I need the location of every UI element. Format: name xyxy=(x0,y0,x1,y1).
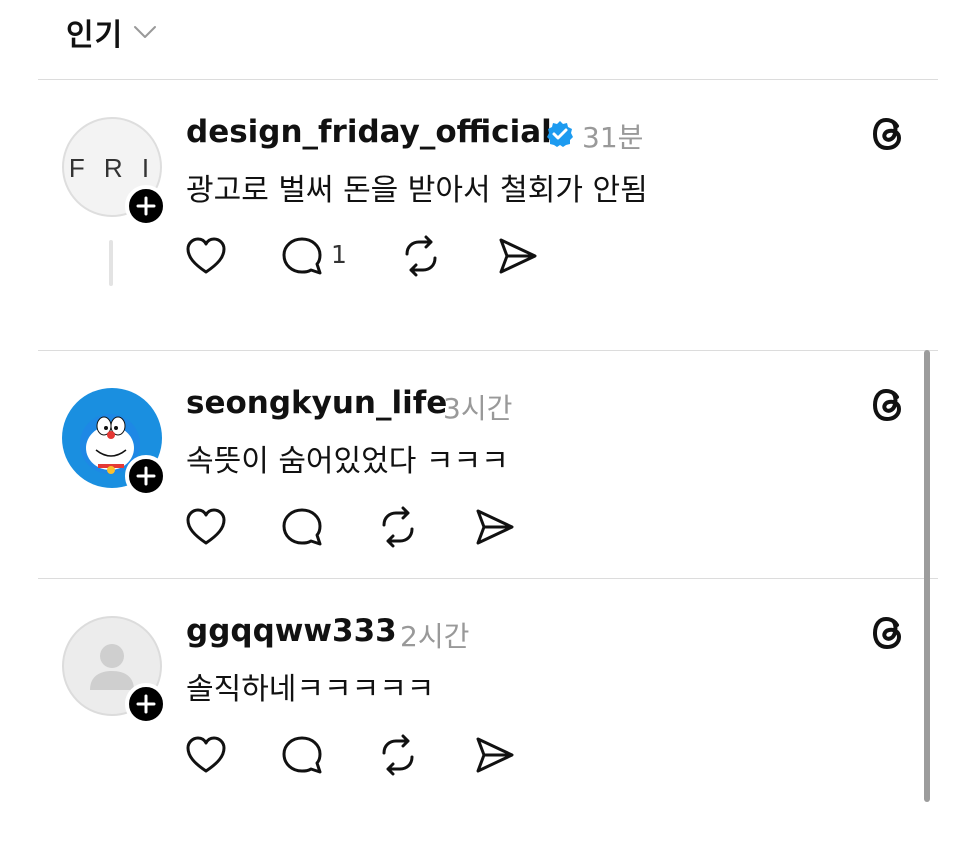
reply-bubble-icon[interactable] xyxy=(280,733,324,777)
sort-dropdown[interactable]: 인기 xyxy=(66,10,157,54)
divider xyxy=(38,350,938,351)
reply-bubble-icon[interactable] xyxy=(280,505,324,549)
avatar-logo-text: F R I xyxy=(69,153,155,183)
follow-plus-icon[interactable] xyxy=(125,683,167,725)
threads-logo-icon[interactable] xyxy=(868,113,910,155)
chevron-down-icon xyxy=(134,26,157,38)
reply-bubble-icon[interactable] xyxy=(280,234,324,278)
sort-label: 인기 xyxy=(66,18,124,53)
repost-icon[interactable] xyxy=(376,733,420,777)
post-time: 31분 xyxy=(582,121,644,154)
share-send-icon[interactable] xyxy=(472,505,516,549)
post-time: 3시간 xyxy=(443,392,513,425)
post-text: 광고로 벌써 돈을 받아서 철회가 안됨 xyxy=(186,173,648,208)
share-send-icon[interactable] xyxy=(495,234,539,278)
like-heart-icon[interactable] xyxy=(184,733,228,777)
follow-plus-icon[interactable] xyxy=(125,455,167,497)
share-send-icon[interactable] xyxy=(472,733,516,777)
repost-icon[interactable] xyxy=(399,234,443,278)
post-time: 2시간 xyxy=(400,620,470,653)
username[interactable]: ggqqww333 xyxy=(186,613,397,649)
scrollbar[interactable] xyxy=(924,350,930,802)
thread-line xyxy=(109,240,113,286)
like-heart-icon[interactable] xyxy=(184,234,228,278)
username[interactable]: seongkyun_life xyxy=(186,385,447,421)
post-text: 속뜻이 숨어있었다 ㅋㅋㅋ xyxy=(186,444,509,479)
like-heart-icon[interactable] xyxy=(184,505,228,549)
follow-plus-icon[interactable] xyxy=(125,185,167,227)
repost-icon[interactable] xyxy=(376,505,420,549)
post-text: 솔직하네ㅋㅋㅋㅋㅋ xyxy=(186,672,435,707)
threads-logo-icon[interactable] xyxy=(868,384,910,426)
username[interactable]: design_friday_official xyxy=(186,114,552,150)
verified-badge-icon xyxy=(547,121,573,147)
divider xyxy=(38,578,938,579)
reply-count: 1 xyxy=(331,240,347,269)
threads-logo-icon[interactable] xyxy=(868,612,910,654)
divider xyxy=(38,79,938,80)
